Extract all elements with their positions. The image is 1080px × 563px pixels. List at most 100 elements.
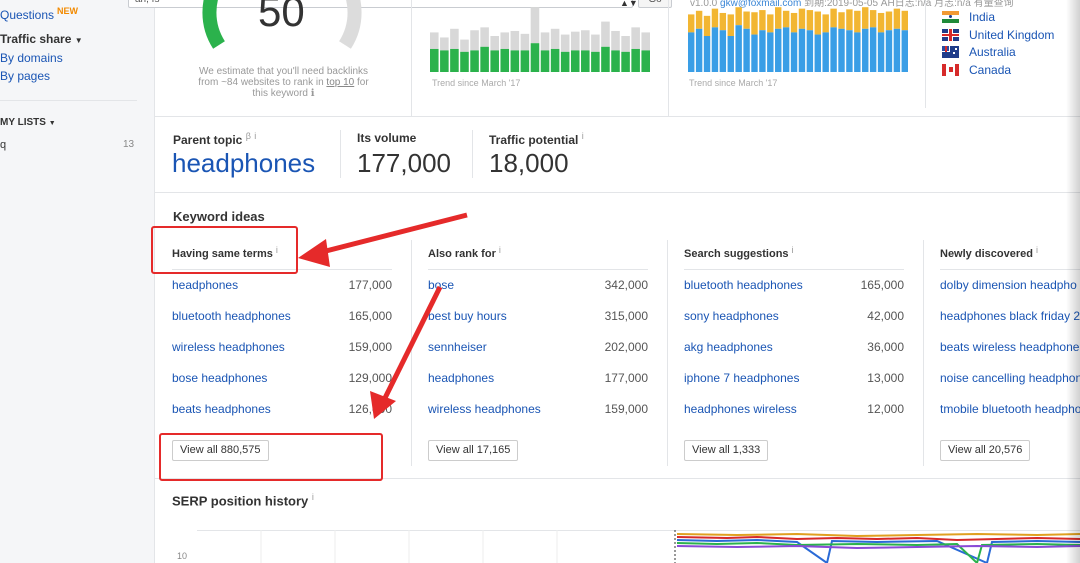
trend-bar-top (838, 12, 845, 29)
trend-bar-fill (830, 27, 837, 72)
sidebar-item-questions[interactable]: Questions NEW (0, 6, 78, 22)
parent-topic-link[interactable]: headphones (172, 148, 315, 179)
column-title[interactable]: Search suggestions i (684, 245, 794, 260)
list-item: headphones wireless 12,000 (684, 402, 904, 422)
view-all-button[interactable]: View all 17,165 (428, 440, 519, 461)
annotation-arrow-head (370, 391, 396, 419)
trend-bar-fill (530, 43, 540, 72)
country-name: United Kingdom (969, 28, 1055, 42)
trend-bar-fill (460, 51, 469, 72)
trend-bar-top (621, 36, 630, 52)
column-search-suggestions: Search suggestions i bluetooth headphones… (684, 245, 904, 467)
info-icon[interactable]: i (312, 492, 314, 502)
keyword-link[interactable]: akg headphones (684, 340, 773, 354)
trend-bar-top (846, 9, 853, 31)
country-canada[interactable]: Canada (942, 63, 1011, 77)
trend-bar-fill (862, 28, 869, 72)
keyword-link[interactable]: bose headphones (172, 371, 267, 385)
keyword-volume: 42,000 (867, 309, 904, 323)
column-title-text: Newly discovered (940, 248, 1033, 260)
column-title-text: Search suggestions (684, 248, 789, 260)
trend-bar-fill (846, 30, 853, 72)
list-item: dolby dimension headpho (940, 278, 1080, 298)
view-all-button[interactable]: View all 20,576 (940, 440, 1031, 461)
trend-bar-fill (877, 32, 885, 72)
top-10-link[interactable]: top 10 (326, 77, 354, 88)
volume-trend-chart (430, 7, 650, 72)
sidebar: Questions NEW Traffic share ▼ By domains … (0, 0, 155, 563)
trend-bar-fill (814, 34, 821, 72)
trend-bar-top (877, 12, 885, 33)
keyword-link[interactable]: headphones (172, 278, 238, 292)
trend-bar-top (695, 10, 703, 29)
trend-bar-fill (560, 51, 570, 72)
info-icon[interactable]: i (792, 245, 794, 255)
serp-line-orange (676, 532, 1080, 538)
keyword-link[interactable]: sony headphones (684, 309, 779, 323)
info-icon[interactable]: i (254, 131, 256, 141)
keyword-link[interactable]: dolby dimension headpho (940, 278, 1077, 292)
keyword-link[interactable]: noise cancelling headphon (940, 371, 1080, 385)
volume-trend-caption: Trend since March '17 (432, 78, 521, 88)
keyword-link[interactable]: bluetooth headphones (684, 278, 803, 292)
list-item-count: 13 (123, 139, 135, 150)
trend-bar-top (814, 11, 821, 35)
info-icon[interactable]: ℹ (311, 88, 315, 99)
trend-bar-fill (893, 28, 901, 72)
window-edge-shadow (1066, 0, 1080, 563)
keyword-link[interactable]: iphone 7 headphones (684, 371, 799, 385)
trend-bar-top (869, 10, 877, 28)
trend-bar-fill (570, 50, 580, 72)
keyword-link[interactable]: headphones wireless (684, 402, 797, 416)
trend-bar-top (688, 14, 695, 33)
keyword-link[interactable]: beats wireless headphone (940, 340, 1079, 354)
info-icon[interactable]: i (1036, 245, 1038, 255)
sidebar-item-by-domains[interactable]: By domains (0, 51, 63, 65)
trend-bar-top (775, 7, 782, 29)
trend-bar-fill (500, 48, 510, 72)
trend-bar-fill (798, 28, 806, 72)
country-india[interactable]: India (942, 10, 995, 24)
trend-bar-top (767, 14, 774, 33)
trend-bar-top (830, 8, 837, 28)
keyword-link[interactable]: bluetooth headphones (172, 309, 291, 323)
keyword-link[interactable]: beats headphones (172, 402, 271, 416)
trend-bar-fill (540, 50, 550, 72)
trend-bar-top (520, 33, 530, 51)
volume-label: Its volume (357, 131, 417, 145)
column-title[interactable]: Newly discovered i (940, 245, 1038, 260)
keyword-volume: 315,000 (604, 309, 648, 323)
divider (472, 130, 473, 178)
view-all-button[interactable]: View all 1,333 (684, 440, 769, 461)
keyword-volume: 36,000 (867, 340, 904, 354)
gauge-fill (202, 0, 226, 49)
trend-bar-fill (719, 30, 727, 72)
trend-bar-top (759, 10, 766, 31)
trend-bar-fill (838, 28, 845, 72)
keyword-link[interactable]: wireless headphones (172, 340, 285, 354)
keyword-link[interactable]: tmobile bluetooth headpho (940, 402, 1080, 416)
sidebar-item-my-lists[interactable]: MY LISTS ▼ (0, 117, 56, 128)
trend-bar-top (711, 8, 719, 28)
annotation-arrow-line (317, 212, 468, 256)
sidebar-item-traffic-share[interactable]: Traffic share ▼ (0, 32, 83, 46)
trend-bar-fill (641, 50, 650, 72)
divider (340, 130, 341, 178)
trend-bar-fill (440, 50, 449, 72)
info-icon[interactable]: i (582, 131, 584, 141)
trend-bar-top (631, 27, 640, 49)
label-text: Parent topic (173, 133, 243, 147)
note-text: for (357, 77, 369, 88)
divider (940, 269, 1080, 270)
country-united-kingdom[interactable]: United Kingdom (942, 28, 1054, 42)
country-australia[interactable]: Australia (942, 45, 1016, 59)
list-item-name[interactable]: q (0, 139, 6, 151)
list-item: tmobile bluetooth headpho (940, 402, 1080, 422)
keyword-volume: 342,000 (604, 278, 648, 292)
info-icon[interactable]: i (499, 245, 501, 255)
sidebar-item-by-pages[interactable]: By pages (0, 69, 50, 83)
trend-bar-top (641, 32, 650, 51)
keyword-link[interactable]: headphones black friday 2 (940, 309, 1080, 323)
beta-mark: β (245, 131, 251, 141)
sidebar-item-label: MY LISTS (0, 117, 46, 128)
